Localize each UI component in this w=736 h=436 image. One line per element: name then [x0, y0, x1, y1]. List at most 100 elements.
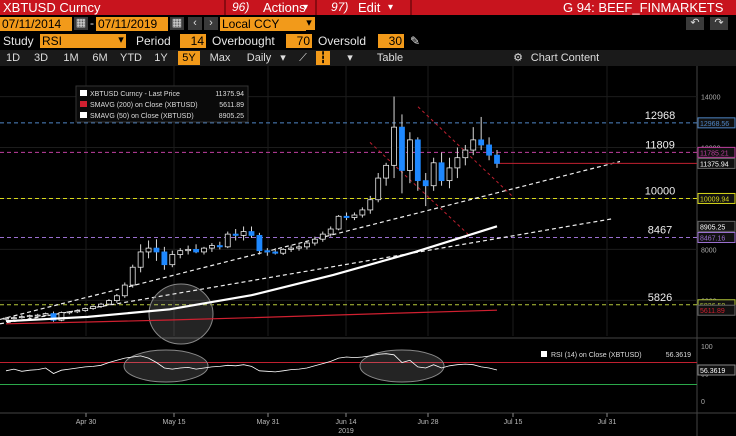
- candle-body: [494, 154, 500, 164]
- candle-body: [240, 231, 247, 236]
- highlight-circle: [148, 283, 214, 345]
- candle-body: [18, 316, 25, 319]
- candle-body: [161, 251, 168, 266]
- level-tag-value: 11785.21: [700, 150, 729, 157]
- overbought-label: Overbought: [212, 34, 275, 48]
- overbought-input[interactable]: 70: [286, 34, 312, 48]
- candle-body: [264, 250, 271, 253]
- period-input[interactable]: 14: [180, 34, 206, 48]
- oversold-label: Oversold: [318, 34, 367, 48]
- currency-select[interactable]: Local CCY: [220, 17, 306, 31]
- timeframe-toolbar: 1D 3D 1M 6M YTD 1Y 5Y Max Daily ▾ ⟋ ┇ ▾ …: [0, 50, 736, 66]
- timeframe-1y[interactable]: 1Y: [150, 51, 172, 65]
- candle-body: [383, 164, 390, 179]
- chevron-left-icon[interactable]: ‹: [188, 17, 202, 30]
- candle-body: [359, 209, 366, 216]
- legend-sma200-name: SMAVG (200) on Close (XBTUSD): [90, 102, 198, 109]
- candle-body: [296, 246, 302, 249]
- edit-dropdown-icon[interactable]: ▾: [388, 0, 393, 15]
- timeframe-3d[interactable]: 3D: [30, 51, 52, 65]
- candle-body: [367, 199, 374, 211]
- candle-body: [129, 266, 136, 286]
- oversold-input[interactable]: 30: [378, 34, 404, 48]
- candle-body: [145, 247, 152, 253]
- gear-icon[interactable]: ⚙: [510, 51, 526, 65]
- study-label: Study: [3, 34, 34, 48]
- chart-type-dropdown-icon[interactable]: ▾: [345, 51, 355, 65]
- legend-sma50-name: SMAVG (50) on Close (XBTUSD): [90, 113, 194, 120]
- candle-body: [224, 233, 231, 248]
- legend: XBTUSD Curncy - Last Price 11375.94 SMAV…: [75, 85, 249, 123]
- x-tick-label: Jul 31: [598, 419, 617, 426]
- currency-dropdown-icon[interactable]: ▾: [303, 17, 315, 30]
- chevron-right-icon[interactable]: ›: [204, 17, 218, 30]
- x-year-label: 2019: [338, 428, 354, 435]
- candle-body: [351, 214, 358, 218]
- range-dash: -: [90, 16, 94, 30]
- candle-body: [137, 251, 144, 268]
- timeframe-1d[interactable]: 1D: [2, 51, 24, 65]
- rsi-value-tag: 56.3619: [700, 368, 725, 375]
- end-date-field[interactable]: 07/11/2019: [96, 17, 168, 31]
- line-chart-icon[interactable]: ⟋: [296, 51, 310, 65]
- title-bar: XBTUSD Curncy 96) Actions ▾ 97) Edit ▾ G…: [0, 0, 736, 15]
- candle-body: [201, 247, 207, 253]
- candle-body: [280, 248, 287, 254]
- candle-body: [98, 303, 104, 307]
- candle-body: [462, 149, 469, 159]
- x-tick-label: Apr 30: [76, 419, 97, 426]
- redo-icon[interactable]: ↷: [710, 17, 728, 30]
- rsi-highlight-1: [123, 349, 209, 383]
- level-label: 5826: [648, 292, 672, 304]
- candle-body: [375, 177, 382, 201]
- candle-body: [430, 162, 437, 187]
- actions-menu[interactable]: Actions: [263, 0, 306, 15]
- actions-dropdown-icon[interactable]: ▾: [303, 0, 308, 15]
- timeframe-1m[interactable]: 1M: [58, 51, 84, 65]
- level-tag-value: 10009.94: [700, 196, 729, 203]
- legend-swatch-sma50: [80, 112, 87, 118]
- candle-body: [343, 215, 350, 218]
- date-range-bar: 07/11/2014 ▦ - 07/11/2019 ▦ ‹ › Local CC…: [0, 16, 736, 32]
- study-select[interactable]: RSI: [40, 34, 126, 48]
- x-tick-label: Jun 28: [417, 419, 438, 426]
- study-dropdown-icon[interactable]: ▾: [116, 34, 126, 47]
- pencil-icon[interactable]: ✎: [410, 34, 420, 48]
- undo-icon[interactable]: ↶: [686, 17, 704, 30]
- timeframe-5y[interactable]: 5Y: [178, 51, 200, 65]
- value-tag-text: 8905.25: [700, 224, 725, 231]
- separator: [315, 0, 317, 15]
- price-chart[interactable]: 12968118091000084675826 1400012000100008…: [0, 66, 736, 436]
- candle-body: [26, 315, 33, 318]
- candle-chart-icon[interactable]: ┇: [316, 51, 330, 65]
- frequency-select[interactable]: Daily: [242, 51, 276, 65]
- frequency-dropdown-icon[interactable]: ▾: [278, 51, 288, 65]
- candle-body: [478, 139, 485, 146]
- separator: [224, 0, 226, 15]
- timeframe-6m[interactable]: 6M: [88, 51, 112, 65]
- candle-body: [113, 295, 120, 301]
- timeframe-max[interactable]: Max: [206, 51, 234, 65]
- candle-body: [248, 231, 255, 236]
- candle-body: [90, 306, 97, 309]
- level-label: 8467: [648, 225, 672, 237]
- timeframe-ytd[interactable]: YTD: [116, 51, 146, 65]
- candle-body: [106, 300, 112, 305]
- candle-body: [304, 242, 310, 248]
- level-tag-value: 12968.56: [700, 121, 729, 128]
- x-tick-label: May 31: [257, 419, 280, 426]
- rsi-legend: RSI (14) on Close (XBTUSD) 56.3619: [541, 351, 691, 359]
- candle-body: [256, 234, 263, 252]
- start-date-field[interactable]: 07/11/2014: [0, 17, 72, 31]
- candle-body: [74, 310, 81, 313]
- candle-body: [470, 139, 477, 151]
- chart-content-button[interactable]: Chart Content: [528, 51, 602, 65]
- candle-body: [232, 233, 239, 236]
- legend-price-value: 11375.94: [215, 91, 244, 98]
- candle-body: [438, 162, 445, 182]
- calendar-start-icon[interactable]: ▦: [74, 17, 88, 30]
- table-button[interactable]: Table: [368, 51, 412, 65]
- calendar-end-icon[interactable]: ▦: [170, 17, 184, 30]
- edit-menu[interactable]: Edit: [358, 0, 380, 15]
- candle-body: [216, 245, 223, 248]
